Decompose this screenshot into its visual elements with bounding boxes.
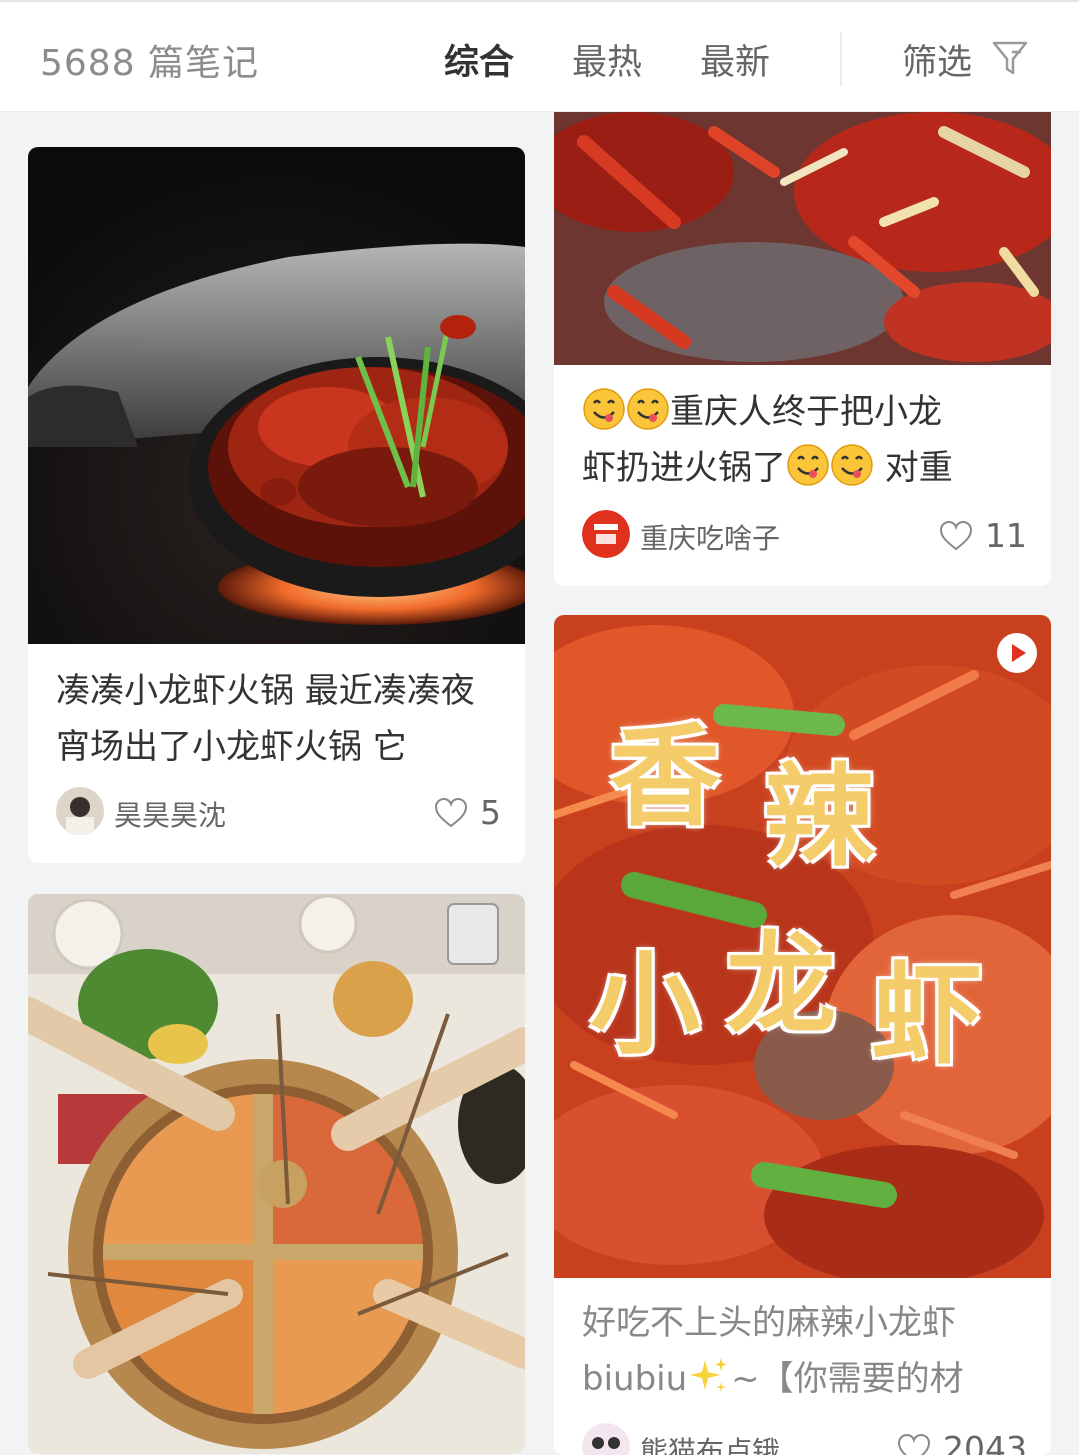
overlay-text: 龙 — [726, 895, 836, 1055]
card-image: 香 辣 小 龙 虾 — [554, 615, 1051, 1278]
tab-comprehensive[interactable]: 综合 — [444, 34, 514, 85]
top-bar: 5688 篇笔记 综合 最热 最新 筛选 — [0, 0, 1079, 112]
tab-hottest[interactable]: 最热 — [572, 34, 642, 85]
author-name[interactable]: 昊昊昊沈 — [114, 794, 226, 834]
card-meta: 昊昊昊沈 5 — [56, 787, 501, 837]
title-text: biubiu — [582, 1359, 687, 1399]
like-count-value: 11 — [985, 516, 1027, 555]
like-count[interactable]: 2043 — [897, 1427, 1027, 1455]
overlay-text: 虾 — [872, 925, 982, 1085]
tab-newest[interactable]: 最新 — [700, 34, 770, 85]
heart-icon — [939, 520, 973, 552]
heart-icon — [897, 1433, 931, 1455]
card-meta: 重庆吃啥子 11 — [582, 510, 1027, 560]
smile-emoji-icon — [830, 448, 874, 488]
smile-emoji-icon — [786, 448, 830, 488]
divider — [840, 32, 842, 86]
avatar[interactable] — [582, 510, 630, 558]
like-count-value: 2043 — [943, 1429, 1027, 1455]
author-name[interactable]: 重庆吃啥子 — [640, 517, 780, 557]
like-count-value: 5 — [480, 793, 501, 832]
card-image — [554, 112, 1051, 365]
card-meta: 熊猫布卢锇 2043 — [582, 1423, 1027, 1455]
title-text: 重庆人终于把小龙 — [670, 392, 942, 432]
note-card[interactable] — [28, 894, 525, 1454]
like-count[interactable]: 5 — [434, 791, 502, 831]
card-title: 重庆人终于把小龙 虾扔进火锅了 对重 — [582, 384, 1027, 496]
avatar[interactable] — [582, 1423, 630, 1455]
smile-emoji-icon — [582, 392, 626, 432]
heart-icon — [434, 797, 468, 829]
card-image — [28, 894, 525, 1454]
note-card[interactable]: 凑凑小龙虾火锅 最近凑凑夜宵场出了小龙虾火锅 它 昊昊昊沈 5 — [28, 147, 525, 863]
play-icon[interactable] — [995, 631, 1039, 675]
overlay-text: 辣 — [764, 727, 874, 887]
overlay-text: 香 — [610, 687, 720, 847]
avatar[interactable] — [56, 787, 104, 835]
note-count: 5688 篇笔记 — [40, 34, 259, 86]
title-text: 好吃不上头的麻辣小龙虾 — [582, 1303, 956, 1343]
title-text: 对重 — [874, 448, 953, 488]
smile-emoji-icon — [626, 392, 670, 432]
card-title: 好吃不上头的麻辣小龙虾 biubiu ~【你需要的材 — [582, 1295, 1027, 1407]
author-name[interactable]: 熊猫布卢锇 — [640, 1430, 780, 1455]
card-image — [28, 147, 525, 644]
overlay-text: 小 — [590, 915, 700, 1075]
card-title: 凑凑小龙虾火锅 最近凑凑夜宵场出了小龙虾火锅 它 — [56, 663, 501, 775]
title-text: ~【你需要的材 — [731, 1359, 964, 1399]
note-card[interactable]: 重庆人终于把小龙 虾扔进火锅了 对重 重庆吃啥子 11 — [554, 112, 1051, 586]
filter-button[interactable]: 筛选 — [902, 34, 972, 85]
funnel-icon[interactable] — [990, 38, 1030, 78]
like-count[interactable]: 11 — [939, 514, 1028, 554]
sparkle-emoji-icon — [687, 1359, 731, 1399]
note-card[interactable]: 香 辣 小 龙 虾 好吃不上头的麻辣小龙虾 biubiu ~【你需要的材 熊猫布卢… — [554, 615, 1051, 1455]
title-text: 虾扔进火锅了 — [582, 448, 786, 488]
